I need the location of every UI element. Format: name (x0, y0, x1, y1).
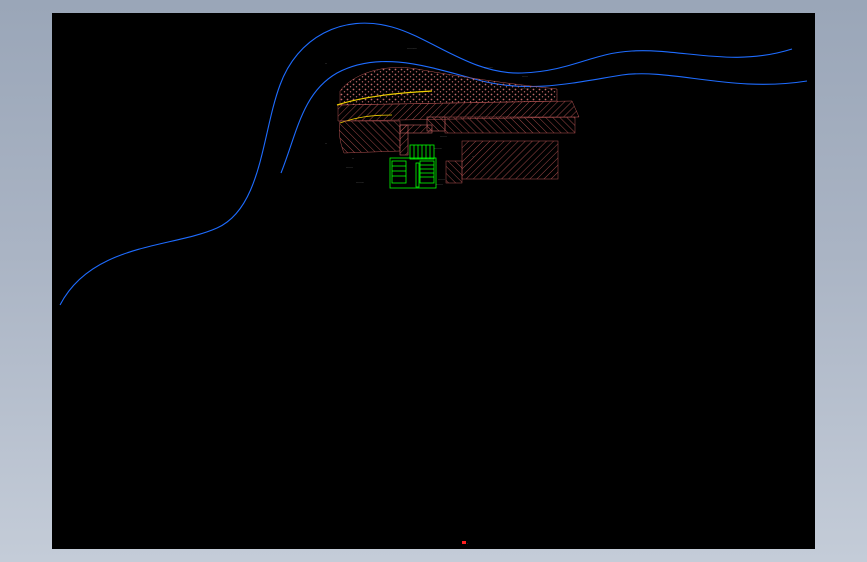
annotation-label-g: ········ (356, 180, 364, 184)
annotation-label-h: ······· (438, 177, 445, 181)
drawing-canvas[interactable]: ·········· ········· ······ ······· ····… (52, 13, 815, 549)
strip-hatch-area (445, 160, 463, 184)
green-structure-left (391, 160, 407, 184)
sheet-marker-label: · (467, 541, 468, 545)
annotation-label-f: ······· (346, 165, 353, 169)
annotation-marker-3: ·· (352, 156, 354, 160)
annotation-marker-2: ·· (325, 141, 327, 145)
annotation-label-b: ········· (484, 65, 493, 69)
cad-drawing[interactable]: ·········· ········· ······ ······· ····… (52, 13, 815, 549)
annotation-label-j: ······· (522, 86, 529, 90)
green-structure-group (389, 144, 437, 189)
building-wall-block-4 (444, 116, 576, 134)
green-column (415, 162, 420, 188)
annotation-marker-1: ·· (325, 61, 327, 65)
building-wall-block-2 (399, 124, 409, 156)
annotation-label-d: ······· (440, 134, 447, 138)
annotation-label-a: ·········· (407, 46, 417, 50)
green-structure-right (419, 160, 435, 184)
sheet-marker (462, 541, 466, 544)
annotation-label-i: ······· (436, 182, 443, 186)
terrace-hatch-area (338, 120, 401, 154)
building-wall-block-3 (426, 116, 446, 132)
plaza-hatch-area (461, 140, 559, 180)
river-bank-upper-line (59, 22, 793, 306)
annotation-label-e: ········ (434, 146, 442, 150)
annotation-marker-4: ·· (472, 154, 474, 158)
annotation-label-c: ······ (522, 74, 528, 78)
